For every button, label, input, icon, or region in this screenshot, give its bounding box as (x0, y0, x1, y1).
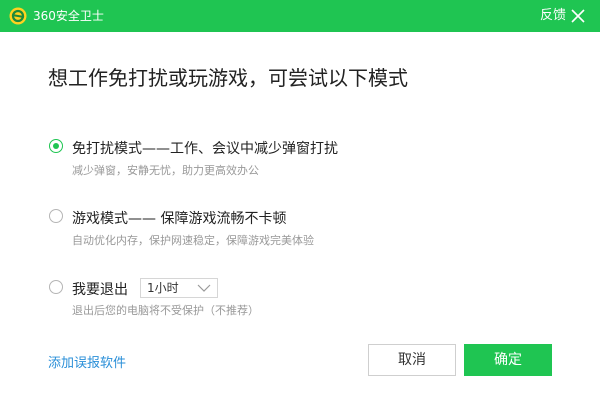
app-title: 360安全卫士 (33, 9, 104, 23)
360-logo-icon (9, 7, 27, 25)
radio-do-not-disturb[interactable] (49, 139, 63, 153)
option-do-not-disturb-desc: 减少弹窗，安静无忧，助力更高效办公 (72, 164, 259, 177)
option-do-not-disturb-title: 免打扰模式——工作、会议中减少弹窗打扰 (72, 141, 338, 157)
chevron-down-icon (197, 284, 211, 292)
feedback-link[interactable]: 反馈 (540, 0, 566, 32)
title-bar: 360安全卫士 反馈 (0, 0, 600, 32)
add-false-report-software-link[interactable]: 添加误报软件 (48, 352, 126, 371)
close-icon[interactable] (570, 8, 586, 24)
exit-duration-value: 1小时 (147, 281, 179, 295)
ok-button[interactable]: 确定 (464, 344, 552, 376)
option-game-mode-title: 游戏模式—— 保障游戏流畅不卡顿 (72, 211, 287, 227)
option-exit-title: 我要退出 (72, 282, 128, 298)
exit-duration-select[interactable]: 1小时 (140, 278, 218, 298)
option-game-mode-desc: 自动优化内存，保护网速稳定，保障游戏完美体验 (72, 234, 314, 247)
option-exit-desc: 退出后您的电脑将不受保护（不推荐） (72, 304, 259, 317)
radio-exit[interactable] (49, 280, 63, 294)
radio-game-mode[interactable] (49, 209, 63, 223)
page-title: 想工作免打扰或玩游戏，可尝试以下模式 (48, 66, 408, 90)
cancel-button[interactable]: 取消 (368, 344, 456, 376)
